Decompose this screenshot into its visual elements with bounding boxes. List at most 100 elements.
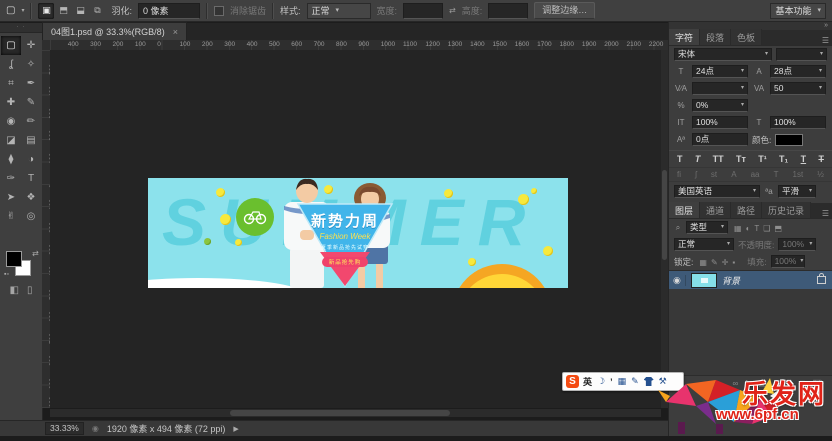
shape-tool[interactable]: ❖ — [21, 188, 41, 207]
panel-menu-icon[interactable]: ☰ — [822, 36, 832, 45]
text-color-swatch[interactable] — [775, 134, 803, 146]
clone-stamp-tool[interactable]: ◉ — [1, 112, 21, 131]
contextual-alternates-icon[interactable]: ʃ — [695, 170, 697, 179]
dodge-tool[interactable]: ◑ — [21, 150, 41, 169]
tab-paragraph[interactable]: 段落 — [700, 29, 731, 45]
filter-shape-layers-icon[interactable]: ❑ — [761, 224, 772, 233]
new-selection-icon[interactable]: ▣ — [38, 3, 54, 19]
tools-panel-grip[interactable]: · · — [0, 23, 42, 33]
sogou-logo-icon[interactable]: S — [566, 375, 579, 388]
rectangular-marquee-tool[interactable]: ▢ — [1, 36, 21, 55]
type-tool[interactable]: T — [21, 169, 41, 188]
language-dropdown[interactable]: 美国英语▾ — [674, 185, 760, 198]
lock-position-icon[interactable]: ✛ — [720, 258, 731, 267]
antialias-checkbox[interactable] — [214, 6, 224, 16]
horizontal-scrollbar[interactable] — [50, 409, 661, 417]
eyedropper-tool[interactable]: ✒ — [21, 74, 41, 93]
all-caps-button[interactable]: TT — [713, 154, 724, 164]
font-size-input[interactable]: 24点▾ — [692, 65, 748, 78]
tab-character[interactable]: 字符 — [669, 29, 700, 45]
tab-history[interactable]: 历史记录 — [762, 202, 811, 218]
titling-alternates-icon[interactable]: T — [774, 170, 779, 179]
vertical-scale-input[interactable]: 100% — [692, 116, 748, 129]
foreground-color-swatch[interactable] — [6, 251, 22, 267]
hand-tool[interactable]: ✌ — [1, 207, 21, 226]
layer-filter-dropdown[interactable]: 类型▾ — [686, 221, 728, 234]
tab-paths[interactable]: 路径 — [731, 202, 762, 218]
ime-keyboard-icon[interactable]: ▦ — [618, 376, 627, 387]
canvas-area[interactable]: SUMMER — [50, 50, 668, 408]
zoom-level-input[interactable]: 33.33% — [45, 422, 84, 435]
pen-tool[interactable]: ✑ — [1, 169, 21, 188]
antialias-dropdown[interactable]: 平滑▾ — [778, 185, 816, 198]
intersect-selection-icon[interactable]: ⧉ — [89, 3, 105, 19]
faux-italic-button[interactable]: T — [695, 154, 701, 164]
eraser-tool[interactable]: ◪ — [1, 131, 21, 150]
add-to-selection-icon[interactable]: ⬒ — [55, 3, 71, 19]
panel-menu-icon[interactable]: ☰ — [822, 209, 832, 218]
crop-tool[interactable]: ⌗ — [1, 74, 21, 93]
ordinals-icon[interactable]: 1st — [793, 170, 804, 179]
default-colors-icon[interactable]: ▪▫ — [4, 271, 9, 278]
lock-pixels-icon[interactable]: ✎ — [709, 258, 720, 267]
discretionary-ligatures-icon[interactable]: st — [711, 170, 717, 179]
close-tab-icon[interactable]: × — [173, 27, 178, 37]
layer-row-background[interactable]: ◉ 背景 — [669, 271, 832, 289]
ime-fullhalf-moon-icon[interactable]: ☽ — [597, 376, 605, 387]
path-selection-tool[interactable]: ➤ — [1, 188, 21, 207]
gradient-tool[interactable]: ▤ — [21, 131, 41, 150]
proportional-spacing-dropdown[interactable]: 0%▾ — [692, 99, 748, 112]
ime-language-icon[interactable]: 英 — [583, 375, 592, 388]
tab-layers[interactable]: 图层 — [669, 202, 700, 218]
workspace-switcher[interactable]: 基本功能▾ — [770, 3, 826, 19]
layer-visibility-icon[interactable]: ◉ — [673, 275, 686, 286]
fill-input[interactable]: 100%▾ — [771, 255, 805, 268]
document-tab[interactable]: 04图1.psd @ 33.3%(RGB/8) × — [42, 22, 187, 40]
swash-icon[interactable]: A — [731, 170, 736, 179]
tool-preset-icon[interactable]: ▢ — [6, 5, 15, 16]
history-brush-tool[interactable]: ✏ — [21, 112, 41, 131]
underline-button[interactable]: T — [801, 154, 807, 164]
blend-mode-dropdown[interactable]: 正常▾ — [674, 238, 734, 251]
tab-swatches[interactable]: 色板 — [731, 29, 762, 45]
lock-transparency-icon[interactable]: ▦ — [697, 258, 709, 267]
height-input[interactable] — [488, 3, 528, 19]
quick-mask-icon[interactable]: ◧ — [10, 285, 19, 296]
tracking-input[interactable]: 50▾ — [770, 82, 826, 95]
subscript-button[interactable]: T₁ — [779, 154, 788, 164]
screen-mode-icon[interactable]: ▯ — [27, 285, 33, 296]
leading-input[interactable]: 28点▾ — [770, 65, 826, 78]
blur-tool[interactable]: ⧫ — [1, 150, 21, 169]
faux-bold-button[interactable]: T — [677, 154, 683, 164]
zoom-tool[interactable]: ◎ — [21, 207, 41, 226]
tab-channels[interactable]: 通道 — [700, 202, 731, 218]
layer-name[interactable]: 背景 — [722, 274, 740, 287]
move-tool[interactable]: ✛ — [21, 36, 41, 55]
banner-artwork[interactable]: SUMMER — [148, 178, 568, 288]
font-style-dropdown[interactable]: ▾ — [776, 48, 827, 61]
ime-punctuation-icon[interactable]: ’ — [610, 377, 613, 387]
superscript-button[interactable]: T¹ — [758, 154, 767, 164]
brush-tool[interactable]: ✎ — [21, 93, 41, 112]
baseline-shift-input[interactable]: 0点 — [692, 133, 748, 146]
stylistic-alternates-icon[interactable]: aa — [751, 170, 760, 179]
strikethrough-button[interactable]: T — [818, 154, 824, 164]
ligatures-icon[interactable]: fi — [677, 170, 681, 179]
small-caps-button[interactable]: Tᴛ — [736, 154, 746, 164]
vertical-scrollbar[interactable] — [661, 50, 668, 408]
style-dropdown[interactable]: 正常▾ — [307, 3, 371, 19]
filter-type-layers-icon[interactable]: T — [752, 224, 761, 233]
lasso-tool[interactable]: ʆ — [1, 55, 21, 74]
opacity-input[interactable]: 100%▾ — [778, 238, 816, 251]
ime-handwriting-icon[interactable]: ✎ — [631, 376, 639, 387]
lock-all-icon[interactable]: ▪ — [730, 258, 737, 267]
refine-edge-button[interactable]: 调整边缘… — [534, 2, 595, 19]
filter-smart-objects-icon[interactable]: ⬒ — [772, 224, 784, 233]
horizontal-scale-input[interactable]: 100% — [770, 116, 826, 129]
layer-thumbnail[interactable] — [691, 273, 717, 288]
font-family-dropdown[interactable]: 宋体▾ — [674, 48, 772, 61]
filter-pixel-layers-icon[interactable]: ▦ — [732, 224, 744, 233]
kerning-input[interactable]: ▾ — [692, 82, 748, 95]
ime-skin-icon[interactable] — [644, 377, 654, 386]
width-input[interactable] — [403, 3, 443, 19]
